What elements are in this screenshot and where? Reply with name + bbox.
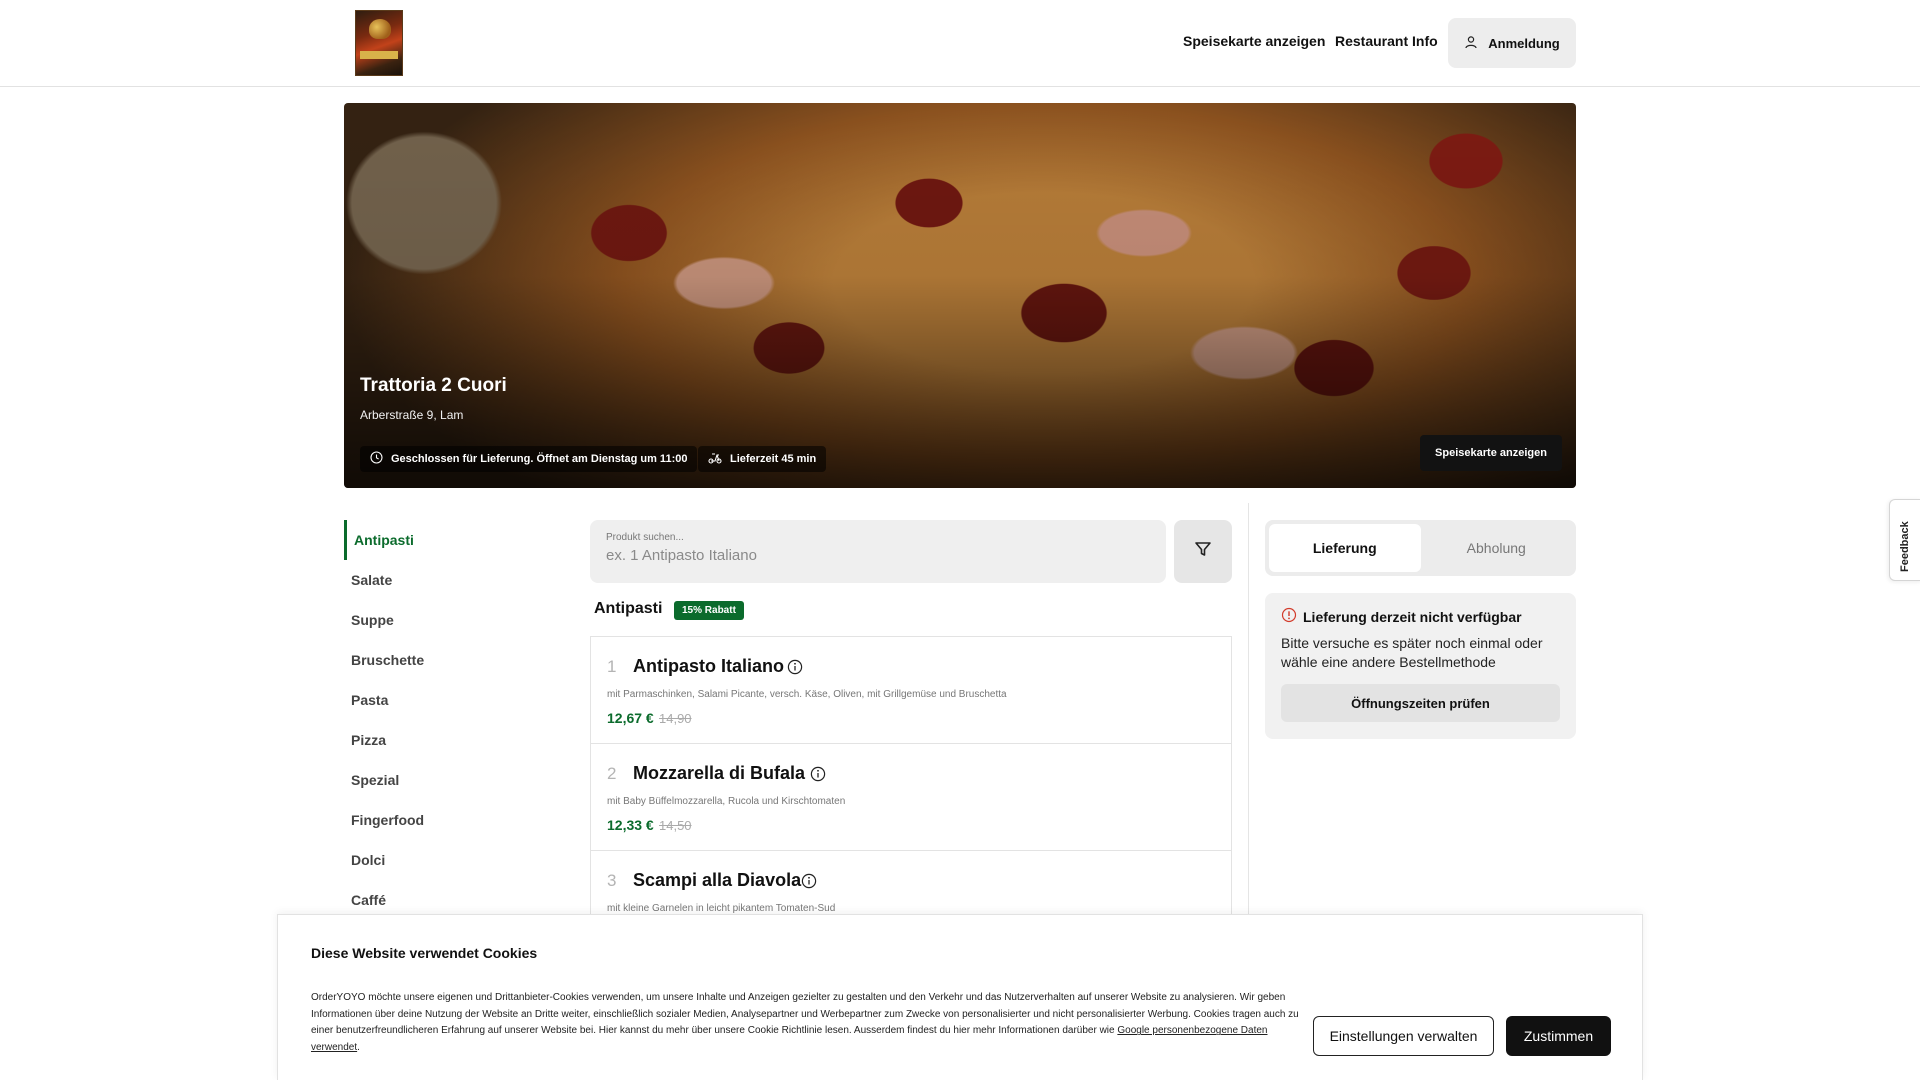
- info-circle-icon: [1281, 607, 1297, 626]
- product-number: 3: [607, 871, 617, 890]
- column-divider: [1248, 503, 1249, 923]
- product-item[interactable]: 3 Scampi alla Diavola mit kleine Garnele…: [591, 851, 1231, 916]
- search-input[interactable]: [606, 547, 1150, 564]
- notice-body: Bitte versuche es später noch einmal ode…: [1281, 635, 1543, 670]
- product-list: 1 Antipasto Italiano mit Parmaschinken, …: [590, 636, 1232, 916]
- login-label: Anmeldung: [1488, 35, 1560, 51]
- restaurant-logo[interactable]: [355, 10, 403, 76]
- product-name: Scampi alla Diavola: [633, 870, 802, 890]
- cookie-title: Diese Website verwendet Cookies: [311, 945, 538, 961]
- login-button[interactable]: Anmeldung: [1448, 18, 1576, 68]
- nav-restaurant-info-link[interactable]: Restaurant Info: [1335, 33, 1438, 49]
- info-icon[interactable]: [801, 873, 817, 889]
- user-icon: [1464, 35, 1478, 52]
- info-icon[interactable]: [810, 766, 826, 782]
- product-name: Antipasto Italiano: [633, 656, 785, 676]
- product-search[interactable]: Produkt suchen...: [590, 520, 1166, 583]
- product-price: 12,33 €: [607, 817, 654, 833]
- product-description: mit Parmaschinken, Salami Picante, versc…: [607, 689, 1007, 700]
- product-price: 12,67 €: [607, 710, 654, 726]
- manage-settings-button[interactable]: Einstellungen verwalten: [1313, 1016, 1494, 1056]
- clock-icon: [370, 451, 383, 467]
- product-old-price: 14,90: [659, 711, 692, 726]
- filter-button[interactable]: [1174, 520, 1232, 583]
- cookie-banner: Diese Website verwendet Cookies OrderYOY…: [277, 914, 1643, 1080]
- site-header: Speisekarte anzeigen Restaurant Info Anm…: [0, 0, 1920, 87]
- notice-title: Lieferung derzeit nicht verfügbar: [1303, 608, 1522, 625]
- product-description: mit Baby Büffelmozzarella, Rucola und Ki…: [607, 796, 846, 807]
- product-item[interactable]: 1 Antipasto Italiano mit Parmaschinken, …: [591, 637, 1231, 744]
- product-old-price: 14,50: [659, 818, 692, 833]
- discount-badge: 15% Rabatt: [674, 601, 744, 620]
- feedback-tab[interactable]: Feedback: [1889, 499, 1920, 581]
- delivery-status-pill: Geschlossen für Lieferung. Öffnet am Die…: [360, 446, 698, 472]
- product-item[interactable]: 2 Mozzarella di Bufala mit Baby Büffelmo…: [591, 744, 1231, 851]
- category-suppe[interactable]: Suppe: [344, 600, 524, 640]
- search-label: Produkt suchen...: [606, 532, 684, 543]
- product-description: mit kleine Garnelen in leicht pikantem T…: [607, 903, 836, 914]
- pickup-option[interactable]: Abholung: [1421, 524, 1573, 572]
- cookie-text: OrderYOYO möchte unsere eigenen und Drit…: [311, 990, 1311, 1057]
- logo-band: [360, 51, 398, 59]
- product-number: 1: [607, 657, 617, 676]
- category-dolci[interactable]: Dolci: [344, 840, 524, 880]
- check-opening-hours-button[interactable]: Öffnungszeiten prüfen: [1281, 684, 1560, 722]
- filter-icon: [1194, 540, 1212, 563]
- order-mode-toggle: Lieferung Abholung: [1265, 520, 1576, 576]
- product-name: Mozzarella di Bufala: [633, 763, 806, 783]
- delivery-option[interactable]: Lieferung: [1269, 524, 1421, 572]
- nav-menu-link[interactable]: Speisekarte anzeigen: [1183, 33, 1325, 49]
- product-number: 2: [607, 764, 617, 783]
- delivery-status-text: Geschlossen für Lieferung. Öffnet am Die…: [391, 453, 688, 465]
- scooter-icon: [708, 451, 722, 467]
- info-icon[interactable]: [787, 659, 803, 675]
- show-menu-button[interactable]: Speisekarte anzeigen: [1420, 435, 1562, 471]
- notice-header: Lieferung derzeit nicht verfügbar: [1281, 607, 1560, 626]
- section-title: Antipasti: [594, 600, 663, 617]
- category-pizza[interactable]: Pizza: [344, 720, 524, 760]
- category-salate[interactable]: Salate: [344, 560, 524, 600]
- delivery-time-text: Lieferzeit 45 min: [730, 453, 817, 465]
- accept-cookies-button[interactable]: Zustimmen: [1506, 1016, 1611, 1056]
- category-antipasti[interactable]: Antipasti: [344, 520, 524, 560]
- hero-banner: Trattoria 2 Cuori Arberstraße 9, Lam Ges…: [344, 103, 1576, 488]
- logo-emblem: [369, 19, 391, 39]
- cookie-text-end: .: [357, 1042, 360, 1054]
- category-bruschette[interactable]: Bruschette: [344, 640, 524, 680]
- category-pasta[interactable]: Pasta: [344, 680, 524, 720]
- restaurant-name: Trattoria 2 Cuori: [360, 375, 507, 396]
- restaurant-address: Arberstraße 9, Lam: [360, 408, 464, 422]
- delivery-unavailable-notice: Lieferung derzeit nicht verfügbar Bitte …: [1265, 593, 1576, 739]
- hero-overlay: [344, 103, 1576, 488]
- category-spezial[interactable]: Spezial: [344, 760, 524, 800]
- delivery-time-pill: Lieferzeit 45 min: [698, 446, 827, 472]
- category-fingerfood[interactable]: Fingerfood: [344, 800, 524, 840]
- feedback-label: Feedback: [1899, 521, 1911, 572]
